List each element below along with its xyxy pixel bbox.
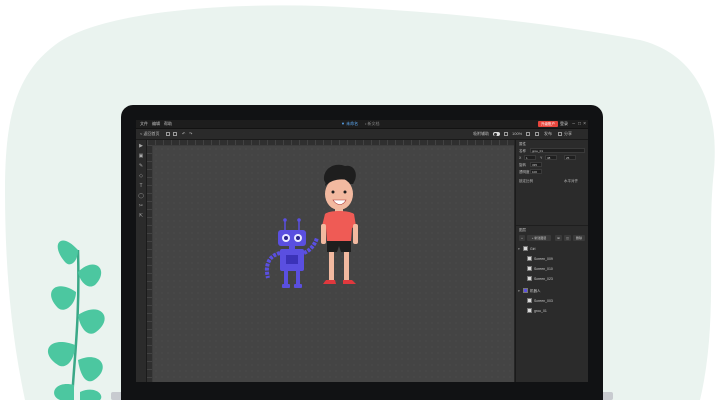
file-tab-secondary[interactable]: • 新文档 <box>365 122 380 126</box>
layer-name: Girl <box>530 247 536 251</box>
save-icon[interactable] <box>166 132 170 136</box>
canvas-stage[interactable] <box>153 146 514 382</box>
scissors-tool-icon[interactable]: ✂ <box>138 203 144 209</box>
export-button[interactable]: 发布 <box>544 132 552 136</box>
y-label: Y <box>540 156 543 160</box>
ellipse-tool-icon[interactable]: ◯ <box>138 193 144 199</box>
layers-toolbar: + + 新建图层 ⊞ ◫ 删除 <box>519 235 587 241</box>
width-field[interactable]: 25 <box>564 155 576 160</box>
layer-name: grou_01 <box>534 309 547 313</box>
tool-strip: ▶ ▣ ✎ ◇ T ◯ ✂ ⇱ <box>136 140 147 382</box>
zoom-level[interactable]: 100% <box>512 132 522 136</box>
y-field[interactable]: 38 <box>545 155 557 160</box>
laptop-frame: 文件 编辑 帮助 ▼ 未命名 • 新文档 升级账户 登录 – □ × < 返回首… <box>121 105 603 400</box>
layer-lock-icon[interactable]: ◫ <box>564 235 571 241</box>
shape-tool-icon[interactable]: ◇ <box>138 173 144 179</box>
new-layer-button[interactable]: + 新建图层 <box>527 235 551 241</box>
back-button[interactable]: < 返回首页 <box>140 132 159 136</box>
x-field[interactable]: 1 <box>524 155 536 160</box>
layer-name: Screen_023 <box>534 277 553 281</box>
x-label: X <box>519 156 522 160</box>
transform-tool-icon[interactable]: ⇱ <box>138 213 144 219</box>
layer-name: Screen_010 <box>534 267 553 271</box>
copy-icon[interactable] <box>173 132 177 136</box>
group-thumbnail <box>523 246 528 251</box>
menu-help[interactable]: 帮助 <box>164 122 172 126</box>
menu-edit[interactable]: 编辑 <box>152 122 160 126</box>
rotation-field[interactable]: 335 <box>530 162 542 167</box>
layer-name: Screen_009 <box>534 257 553 261</box>
canvas-illustration <box>264 164 358 288</box>
share-button[interactable]: 分享 <box>564 132 572 136</box>
opacity-label: 透明度 <box>519 170 530 174</box>
opacity-field[interactable]: 100 <box>530 169 542 174</box>
menu-file[interactable]: 文件 <box>140 122 148 126</box>
shape-thumbnail <box>527 308 532 313</box>
vertical-ruler <box>147 145 152 382</box>
canvas-area[interactable] <box>147 140 514 382</box>
layer-group[interactable]: ▾ 机器人 <box>516 286 588 295</box>
right-panel: 属性 名称 grou_01 X 1 Y 38 25 旋转 335 透明度 100… <box>515 140 588 382</box>
rotation-label: 旋转 <box>519 163 526 167</box>
snap-toggle[interactable] <box>493 132 500 136</box>
layers-title: 图层 <box>519 228 526 232</box>
share-icon[interactable] <box>558 132 562 136</box>
name-label: 名称 <box>519 149 526 153</box>
shape-thumbnail <box>527 256 532 261</box>
maximize-icon[interactable]: □ <box>578 121 581 127</box>
chevron-down-icon[interactable]: ▾ <box>518 289 520 293</box>
chevron-down-icon[interactable]: ▾ <box>518 247 520 251</box>
close-icon[interactable]: × <box>583 121 586 127</box>
redo-icon[interactable]: ↷ <box>189 132 192 136</box>
layer-group-icon[interactable]: ⊞ <box>555 235 562 241</box>
preview-icon[interactable] <box>526 132 530 136</box>
app-window: 文件 编辑 帮助 ▼ 未命名 • 新文档 升级账户 登录 – □ × < 返回首… <box>136 120 588 382</box>
layer-name: Screen_003 <box>534 299 553 303</box>
layer-add-icon[interactable]: + <box>519 235 525 241</box>
boy-figure[interactable] <box>321 164 358 284</box>
layer-group[interactable]: ▾ Girl <box>516 244 588 253</box>
robot-figure[interactable] <box>264 218 319 288</box>
group-thumbnail <box>523 288 528 293</box>
layer-item[interactable]: Screen_003 <box>516 296 588 305</box>
toolbar: < 返回首页 ↶ ↷ 吸附辅助 100% 发布 分享 <box>136 129 588 140</box>
snap-label: 吸附辅助 <box>473 131 489 136</box>
horizontal-ruler <box>147 140 514 145</box>
minimize-icon[interactable]: – <box>572 121 575 127</box>
lock-ratio-label[interactable]: 锁定比例 <box>519 179 533 183</box>
undo-icon[interactable]: ↶ <box>182 132 185 136</box>
text-tool-icon[interactable]: T <box>138 183 144 189</box>
frame-tool-icon[interactable]: ▣ <box>138 153 144 159</box>
shape-thumbnail <box>527 266 532 271</box>
file-tab-active[interactable]: ▼ 未命名 <box>341 122 358 126</box>
login-link[interactable]: 登录 <box>560 122 568 126</box>
shape-thumbnail <box>527 298 532 303</box>
layer-item[interactable]: Screen_023 <box>516 274 588 283</box>
grid-icon[interactable] <box>504 132 508 136</box>
shape-thumbnail <box>527 276 532 281</box>
select-tool-icon[interactable]: ▶ <box>138 143 144 149</box>
align-label[interactable]: 水平对齐 <box>564 179 578 183</box>
layer-item[interactable]: Screen_009 <box>516 254 588 263</box>
properties-title: 属性 <box>519 142 526 146</box>
delete-layer-button[interactable]: 删除 <box>573 235 585 241</box>
title-bar: 文件 编辑 帮助 ▼ 未命名 • 新文档 升级账户 登录 – □ × <box>136 120 588 129</box>
upgrade-button[interactable]: 升级账户 <box>538 121 558 127</box>
panel-divider <box>516 225 588 226</box>
layer-item[interactable]: Screen_010 <box>516 264 588 273</box>
layout-icon[interactable] <box>535 132 539 136</box>
layer-item[interactable]: grou_01 <box>516 306 588 315</box>
pen-tool-icon[interactable]: ✎ <box>138 163 144 169</box>
layer-name: 机器人 <box>530 289 541 293</box>
name-field[interactable]: grou_01 <box>530 148 585 153</box>
